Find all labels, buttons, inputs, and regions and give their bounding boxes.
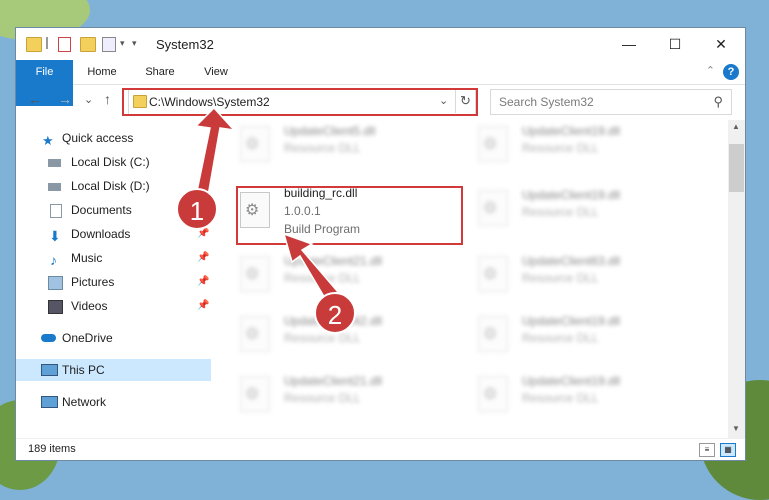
annotation-arrows bbox=[194, 106, 340, 302]
arrow-2 bbox=[282, 232, 340, 302]
arrow-1 bbox=[194, 106, 236, 197]
step-1-badge: 1 bbox=[176, 188, 218, 230]
step-2-badge: 2 bbox=[314, 292, 356, 334]
